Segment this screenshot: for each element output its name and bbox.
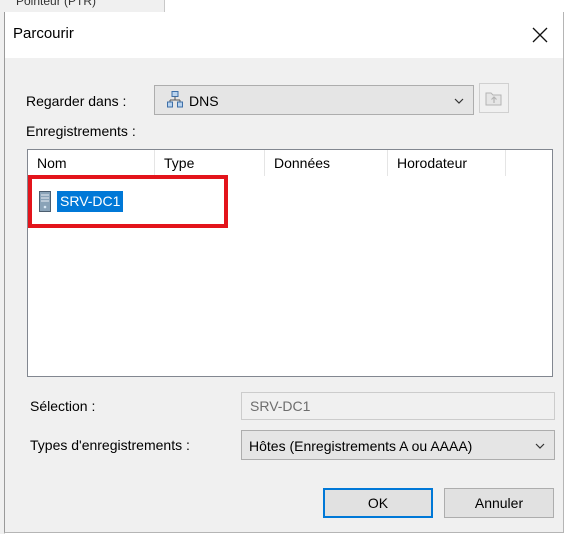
look-in-dropdown[interactable]: DNS <box>154 85 474 115</box>
close-button[interactable] <box>517 12 563 58</box>
dns-server-icon <box>167 91 183 108</box>
close-icon <box>532 27 548 43</box>
selection-field[interactable]: SRV-DC1 <box>241 392 555 420</box>
background-window-label: Pointeur (PTR) <box>4 0 165 12</box>
browse-dialog: Parcourir Regarder dans : DNS Enregistre <box>4 12 564 533</box>
look-in-label: Regarder dans : <box>26 93 127 109</box>
records-label: Enregistrements : <box>26 123 136 139</box>
up-one-level-button[interactable] <box>479 83 509 113</box>
column-header-data[interactable]: Données <box>265 150 388 176</box>
folder-up-icon <box>485 92 502 106</box>
record-types-dropdown[interactable]: Hôtes (Enregistrements A ou AAAA) <box>241 430 555 460</box>
column-header-timestamp[interactable]: Horodateur <box>388 150 506 176</box>
annotation-highlight-box <box>28 175 228 228</box>
chevron-down-icon <box>535 443 545 449</box>
look-in-value: DNS <box>189 93 219 109</box>
title-bar: Parcourir <box>5 12 563 58</box>
selection-label: Sélection : <box>30 398 96 414</box>
background-window-title: Pointeur (PTR) <box>16 0 97 8</box>
column-header-name[interactable]: Nom <box>28 150 155 176</box>
cancel-button[interactable]: Annuler <box>444 488 554 518</box>
selection-value: SRV-DC1 <box>250 398 311 414</box>
record-types-value: Hôtes (Enregistrements A ou AAAA) <box>249 438 473 454</box>
record-types-label: Types d'enregistrements : <box>30 437 190 453</box>
chevron-down-icon <box>454 98 464 104</box>
column-header-type[interactable]: Type <box>155 150 265 176</box>
ok-button[interactable]: OK <box>323 488 433 518</box>
dialog-title: Parcourir <box>13 25 74 42</box>
